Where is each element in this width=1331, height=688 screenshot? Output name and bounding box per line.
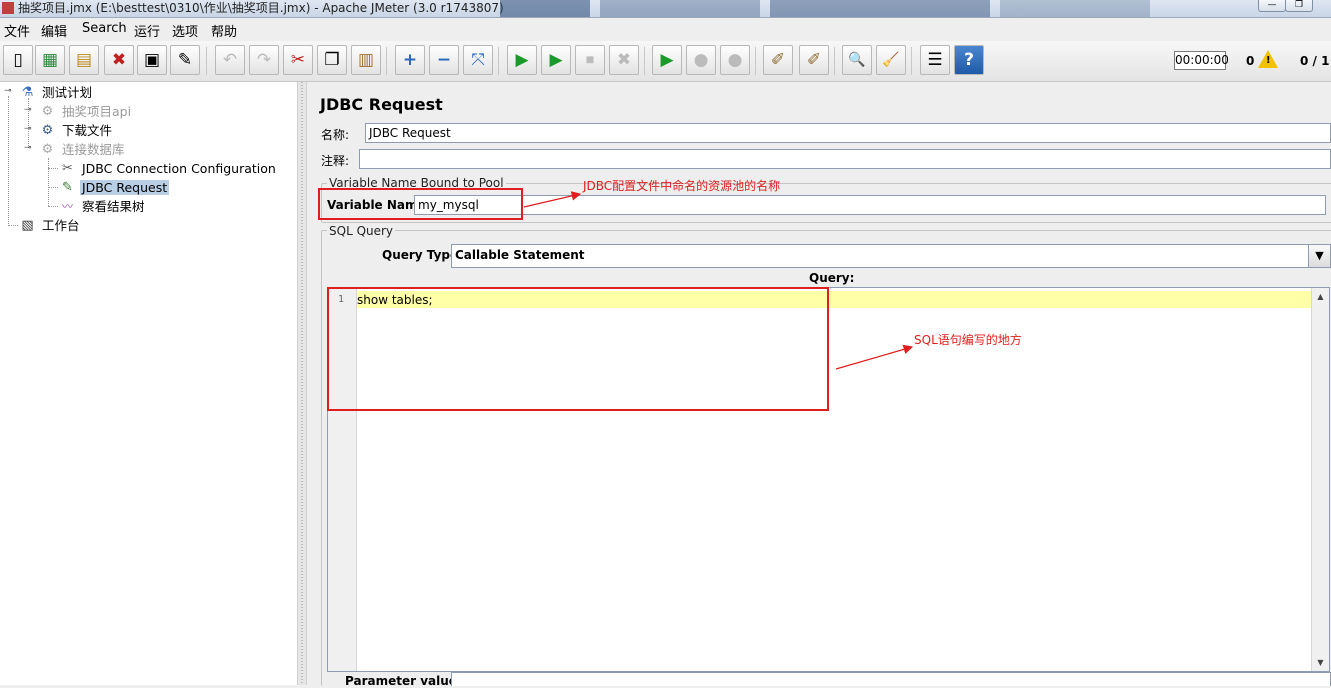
annotation-arrow-pool [523, 191, 582, 208]
annotation-note-pool: JDBC配置文件中命名的资源池的名称 [583, 179, 781, 193]
annotation-arrow-sql [835, 344, 914, 370]
annotation-note-sql: SQL语句编写的地方 [914, 333, 1022, 347]
annotation-arrows [523, 191, 914, 370]
